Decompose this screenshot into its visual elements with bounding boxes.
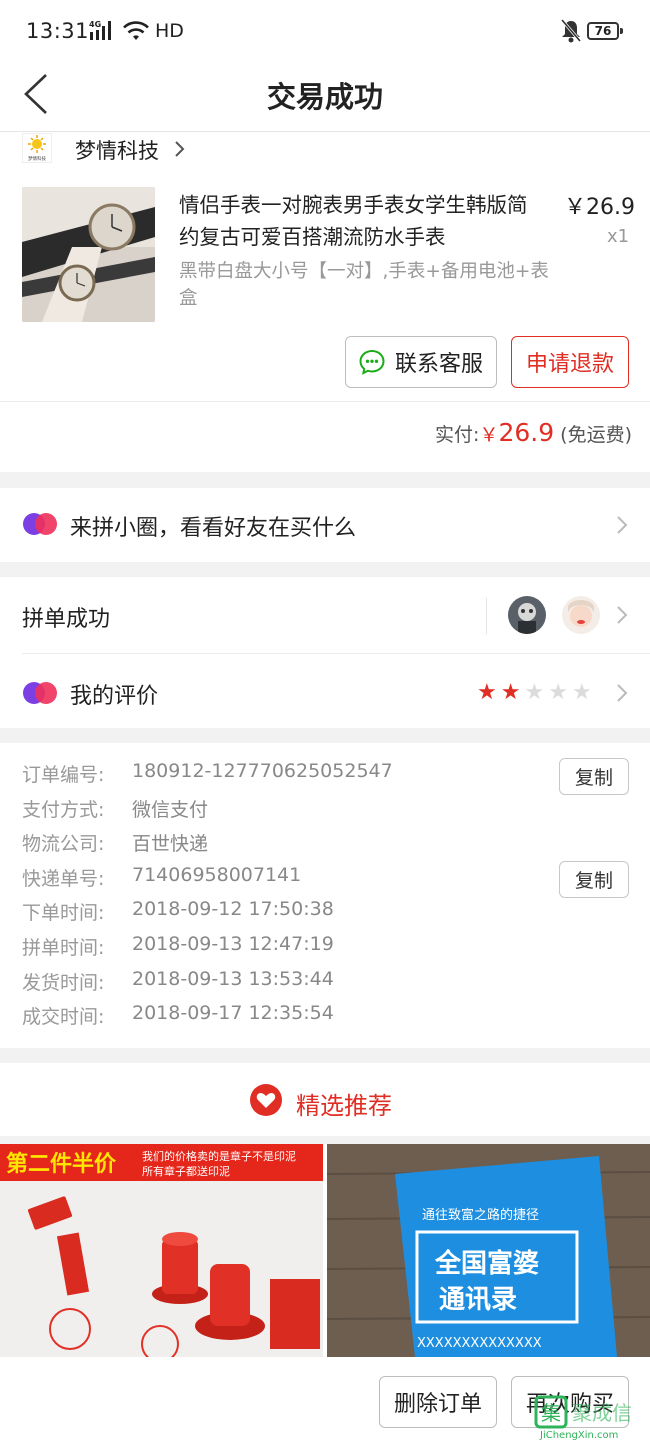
- signal-icon: 4G: [89, 18, 119, 45]
- order-info-label: 支付方式:: [22, 798, 105, 821]
- battery-tip: [620, 28, 623, 34]
- section-gap: [0, 1048, 650, 1063]
- pin-circle-logo-icon: [22, 511, 58, 541]
- section-gap: [0, 472, 650, 488]
- order-info-row: 订单编号: 180912-127770625052547: [22, 760, 462, 790]
- order-info-row: 快递单号: 71406958007141: [22, 864, 462, 894]
- order-info-label: 快递单号:: [22, 867, 105, 890]
- contact-service-label: 联系客服: [394, 352, 483, 377]
- order-info-label: 拼单时间:: [22, 937, 105, 959]
- watermark-logo: 集 聚成信 JiChengXin.com: [530, 1393, 650, 1441]
- status-time: 13:31: [26, 19, 90, 43]
- svg-text:集: 集: [541, 1401, 561, 1425]
- copy-order-number-button[interactable]: 复制: [559, 758, 629, 795]
- delete-order-button[interactable]: 删除订单: [379, 1376, 497, 1428]
- svg-text:全国富婆: 全国富婆: [434, 1248, 539, 1279]
- section-gap: [0, 1136, 650, 1144]
- section-gap: [0, 562, 650, 577]
- star-empty-icon: ★: [571, 680, 592, 705]
- wechat-chat-icon: [359, 349, 385, 375]
- svg-text:所有章子都送印泥: 所有章子都送印泥: [142, 1164, 230, 1178]
- chevron-right-icon[interactable]: [174, 140, 186, 162]
- product-title[interactable]: 情侣手表一对腕表男手表女学生韩版简约复古可爱百搭潮流防水手表: [179, 189, 545, 253]
- svg-text:4G: 4G: [89, 20, 101, 29]
- request-refund-button[interactable]: 申请退款: [511, 336, 629, 388]
- svg-text:通往致富之路的捷径: 通往致富之路的捷径: [422, 1207, 539, 1223]
- star-filled-icon: ★: [477, 680, 497, 705]
- mute-bell-icon: [560, 18, 582, 48]
- chevron-right-icon[interactable]: [616, 683, 628, 707]
- chevron-right-icon[interactable]: [616, 605, 628, 629]
- back-arrow-icon[interactable]: [22, 72, 50, 120]
- wifi-icon: [122, 20, 150, 46]
- my-review-label[interactable]: 我的评价: [70, 678, 158, 710]
- star-filled-icon: ★: [500, 680, 521, 705]
- order-info-label: 物流公司:: [22, 833, 105, 856]
- copy-tracking-number-button[interactable]: 复制: [559, 861, 629, 898]
- product-price: ￥26.9: [564, 195, 635, 220]
- section-gap: [0, 728, 650, 743]
- product-quantity: x1: [607, 226, 630, 247]
- order-info-row: 下单时间: 2018-09-12 17:50:38: [22, 898, 462, 928]
- order-info-row: 成交时间: 2018-09-17 12:35:54: [22, 1002, 462, 1032]
- shipping-note: (免运费): [560, 424, 632, 446]
- product-spec: 黑带白盘大小号【一对】,手表+备用电池+表盒: [179, 261, 549, 309]
- star-empty-icon: ★: [548, 680, 568, 705]
- svg-text:我们的价格卖的是章子不是印泥: 我们的价格卖的是章子不是印泥: [142, 1149, 296, 1163]
- divider: [0, 401, 650, 402]
- order-info-value: 百世快递: [132, 833, 209, 856]
- svg-text:聚成信: 聚成信: [572, 1401, 632, 1425]
- battery-indicator: 76: [587, 22, 619, 40]
- order-info-value: 微信支付: [132, 798, 209, 821]
- star-empty-icon: ★: [524, 680, 545, 705]
- product-image[interactable]: [22, 187, 155, 322]
- order-info-label: 发货时间:: [22, 971, 105, 994]
- group-success-label: 拼单成功: [22, 607, 111, 632]
- paid-amount: 26.9: [498, 418, 555, 447]
- hd-indicator: HD: [155, 20, 184, 42]
- divider: [486, 598, 487, 634]
- svg-text:通讯录: 通讯录: [439, 1285, 517, 1315]
- order-info-row: 物流公司: 百世快递: [22, 829, 462, 859]
- order-info-row: 发货时间: 2018-09-13 13:53:44: [22, 968, 462, 998]
- order-info-value: 71406958007141: [132, 863, 302, 886]
- contact-service-button[interactable]: 联系客服: [345, 336, 497, 388]
- order-info-row: 拼单时间: 2018-09-13 12:47:19: [22, 933, 462, 963]
- order-info-value: 2018-09-13 13:53:44: [132, 967, 334, 990]
- order-info-value: 180912-127770625052547: [132, 760, 393, 782]
- svg-text:第二件半价: 第二件半价: [6, 1151, 117, 1177]
- bottom-strip: [0, 1438, 650, 1444]
- order-info-label: 订单编号:: [22, 764, 105, 786]
- order-info-value: 2018-09-13 12:47:19: [132, 933, 334, 955]
- order-info-label: 下单时间:: [22, 902, 105, 925]
- order-info-value: 2018-09-12 17:50:38: [132, 898, 334, 921]
- paid-label: 实付:: [435, 424, 480, 446]
- order-info-value: 2018-09-17 12:35:54: [132, 1002, 334, 1025]
- shop-logo[interactable]: 梦情科技: [22, 133, 52, 163]
- avatar[interactable]: [508, 596, 546, 634]
- order-info-row: 支付方式: 微信支付: [22, 795, 462, 825]
- pin-circle-logo-icon: [22, 680, 58, 710]
- order-info-label: 成交时间:: [22, 1006, 105, 1029]
- divider: [22, 653, 650, 654]
- friend-circle-label[interactable]: 来拼小圈，看看好友在买什么: [70, 510, 356, 542]
- shop-name[interactable]: 梦情科技: [75, 135, 159, 165]
- avatar[interactable]: [562, 596, 600, 634]
- recommend-title: 精选推荐: [296, 1092, 392, 1120]
- page-title: 交易成功: [266, 80, 383, 114]
- rating-stars: ★ ★ ★ ★ ★: [477, 682, 592, 704]
- payment-summary: 实付:￥26.9 (免运费): [0, 418, 632, 447]
- svg-text:梦情科技: 梦情科技: [28, 155, 46, 162]
- recommend-item-stamp[interactable]: 第二件半价 我们的价格卖的是章子不是印泥 所有章子都送印泥: [0, 1144, 323, 1357]
- heart-icon: [249, 1084, 283, 1120]
- chevron-right-icon[interactable]: [616, 515, 628, 539]
- paid-currency: ￥: [479, 424, 499, 446]
- recommend-item-book[interactable]: 通往致富之路的捷径 全国富婆 通讯录 XXXXXXXXXXXXXX: [327, 1144, 650, 1357]
- svg-text:XXXXXXXXXXXXXX: XXXXXXXXXXXXXX: [417, 1336, 542, 1351]
